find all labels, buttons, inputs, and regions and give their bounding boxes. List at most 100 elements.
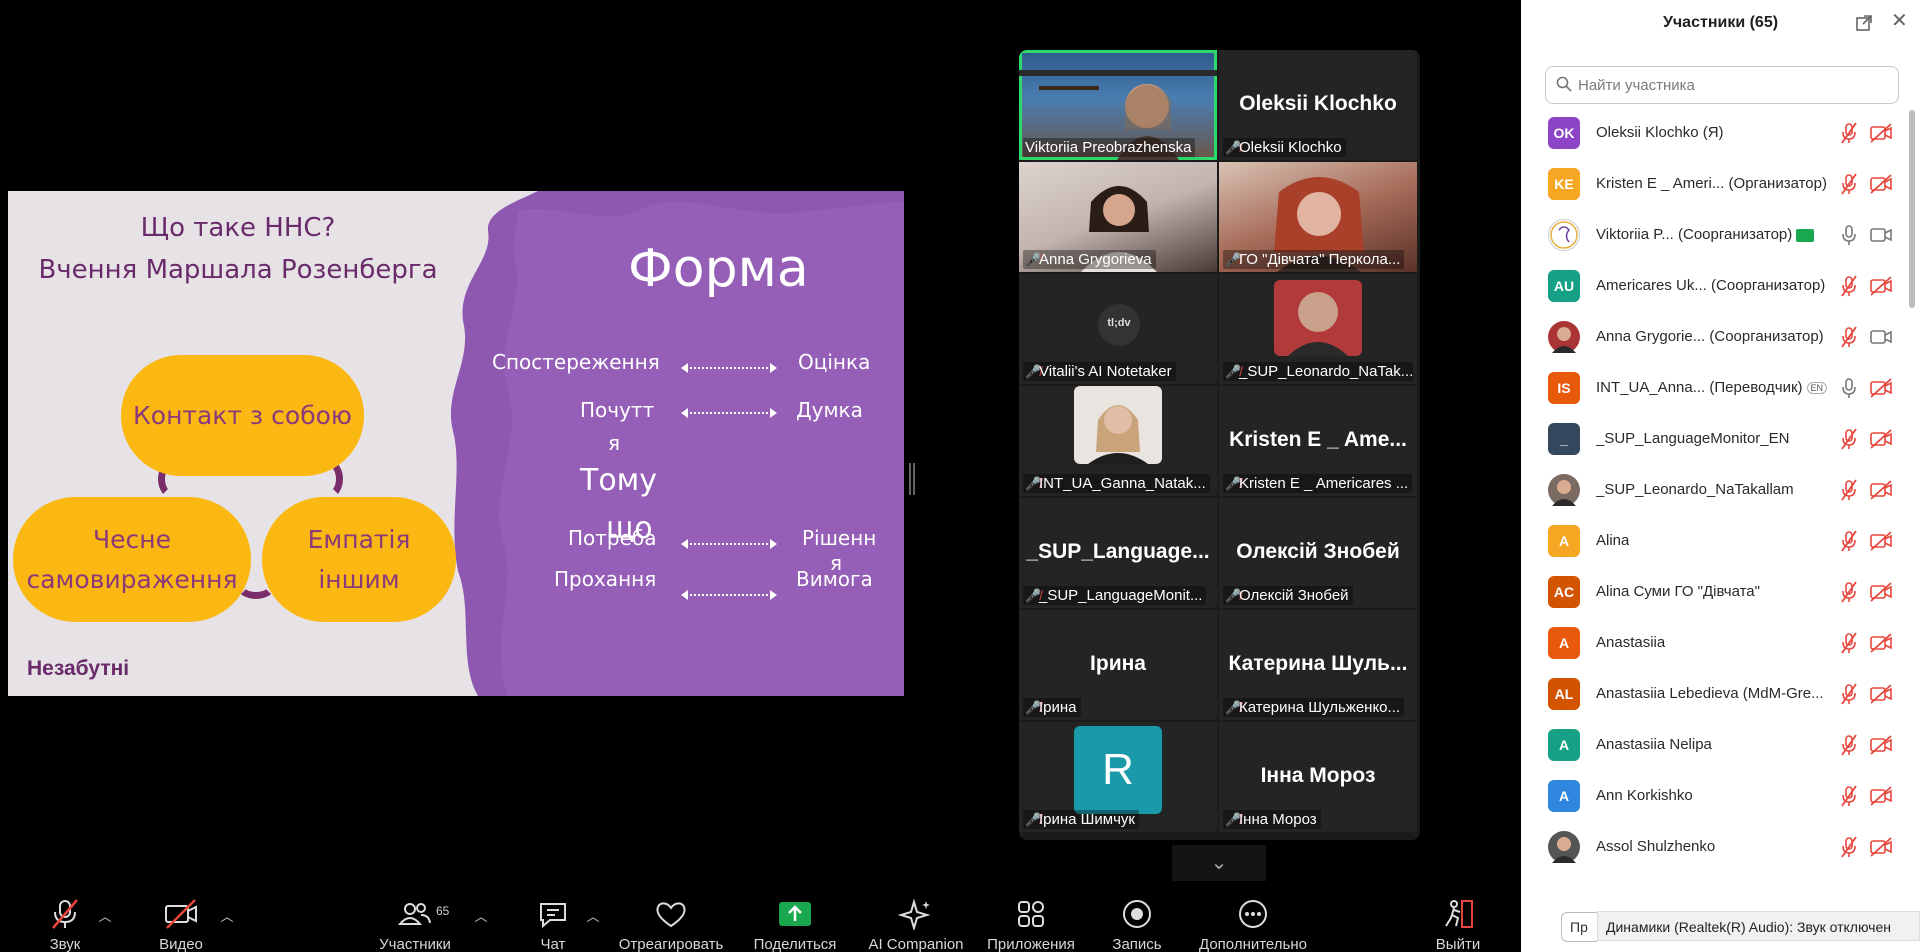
gallery-next-page-chevron-icon[interactable]: ⌄ [1172,845,1266,881]
search-input[interactable] [1578,67,1888,103]
video-tile[interactable]: Олексій Знобей 🎤̸Олексій Знобей [1219,498,1417,608]
participant-row[interactable]: _SUP_Leonardo_NaTakallam [1521,465,1906,516]
mic-muted-icon[interactable] [1839,478,1859,502]
participant-list: OK Oleksii Klochko (Я) KE Kristen E _ Ameri… [1521,108,1906,888]
video-tile[interactable]: 🎤̸_SUP_Leonardo_NaTak... [1219,274,1417,384]
mic-muted-icon[interactable] [1839,835,1859,859]
participant-row[interactable]: AC Alina Суми ГО "Дівчата" [1521,567,1906,618]
mic-muted-icon[interactable] [1839,631,1859,655]
chat-options-caret-icon[interactable]: ︿ [586,906,600,924]
video-tile[interactable]: 🎤̸Anna Grygorieva [1019,162,1217,272]
video-off-icon[interactable] [1869,480,1893,500]
video-tile[interactable]: Інна Мороз 🎤̸Інна Мороз [1219,722,1417,832]
more-label: Дополнительно [1199,936,1307,952]
mic-muted-icon[interactable] [1839,427,1859,451]
participant-row[interactable]: Anna Grygorie... (Соорганизатор) [1521,312,1906,363]
mic-icon[interactable] [1839,376,1859,400]
more-button[interactable]: Дополнительно [1190,886,1316,952]
scrollbar-thumb[interactable] [1909,110,1915,308]
video-off-icon[interactable] [1869,378,1893,398]
arrow-feeling-thought [681,408,777,418]
video-icon[interactable] [1869,225,1893,245]
word-thought: Думка [796,398,863,422]
video-tile[interactable]: tl;dv 🎤̸Vitalii's AI Notetaker [1019,274,1217,384]
video-tile[interactable]: 🎤̸ГО "Дівчата" Перкола... [1219,162,1417,272]
participant-name: Alina Суми ГО "Дівчата" [1596,583,1760,600]
mic-muted-icon[interactable] [1839,580,1859,604]
mic-off-icon [52,899,78,929]
mic-muted-icon[interactable] [1839,121,1859,145]
video-off-icon[interactable] [1869,582,1893,602]
mic-muted-icon[interactable] [1839,325,1859,349]
participants-button[interactable]: Участники [370,886,460,952]
popout-icon[interactable] [1855,14,1873,32]
video-off-icon[interactable] [1869,786,1893,806]
video-off-icon[interactable] [1869,429,1893,449]
mic-muted-icon[interactable] [1839,529,1859,553]
tile-label: 🎤̸INT_UA_Ganna_Natak... [1023,474,1210,493]
video-tile[interactable]: Oleksii Klochko 🎤̸Oleksii Klochko [1219,50,1417,160]
video-icon[interactable] [1869,327,1893,347]
react-button[interactable]: Отреагировать [615,886,727,952]
mic-muted-icon[interactable] [1839,274,1859,298]
participant-row[interactable]: IS INT_UA_Anna... (Переводчик) EN [1521,363,1906,414]
video-button[interactable]: Видео [146,886,216,952]
participant-row[interactable]: A Anastasiia [1521,618,1906,669]
mic-icon[interactable] [1839,223,1859,247]
mic-muted-icon[interactable] [1839,682,1859,706]
participant-row[interactable]: AL Anastasiia Lebedieva (MdM-Gre... [1521,669,1906,720]
video-off-icon[interactable] [1869,123,1893,143]
participant-row[interactable]: A Alina [1521,516,1906,567]
slide-heading: Форма [628,239,809,299]
participant-row[interactable]: Assol Shulzhenko [1521,822,1906,873]
apps-button[interactable]: Приложения [980,886,1082,952]
video-options-caret-icon[interactable]: ︿ [220,906,234,924]
participant-name-text: Anastasiia Lebedieva (MdM-Gre... [1596,685,1824,702]
video-off-icon[interactable] [1869,837,1893,857]
video-tile[interactable]: _SUP_Language... 🎤̸_SUP_LanguageMonit... [1019,498,1217,608]
tile-label: 🎤̸Ірина Шимчук [1023,810,1139,829]
video-off-icon[interactable] [1869,633,1893,653]
video-off-icon[interactable] [1869,684,1893,704]
participant-row[interactable]: A Anastasiia Nelipa [1521,720,1906,771]
participant-avatar: AC [1548,576,1580,608]
split-resize-handle[interactable] [909,463,915,495]
leave-button[interactable]: Выйти [1425,886,1491,952]
participant-row[interactable]: _ _SUP_LanguageMonitor_EN [1521,414,1906,465]
participant-row[interactable]: KE Kristen E _ Ameri... (Организатор) [1521,159,1906,210]
video-off-icon[interactable] [1869,531,1893,551]
video-off-icon[interactable] [1869,735,1893,755]
video-off-icon [165,899,197,929]
participants-options-caret-icon[interactable]: ︿ [474,906,488,924]
participant-name-text: Ann Korkishko [1596,787,1693,804]
ai-companion-button[interactable]: AI Companion [860,886,972,952]
video-tile[interactable]: Kristen E _ Ame... 🎤̸Kristen E _ America… [1219,386,1417,496]
audio-options-caret-icon[interactable]: ︿ [98,906,112,924]
mic-muted-icon: 🎤̸ [1025,252,1042,267]
record-button[interactable]: Запись [1100,886,1174,952]
participant-row[interactable]: A Ann Korkishko [1521,771,1906,822]
arrow-observation-evaluation [681,363,777,373]
video-off-icon[interactable] [1869,276,1893,296]
participant-list-scrollbar[interactable] [1908,108,1916,898]
video-tile[interactable]: 🎤̸INT_UA_Ganna_Natak... [1019,386,1217,496]
video-tile[interactable]: Viktoriia Preobrazhenska [1019,50,1217,160]
chat-button[interactable]: Чат [518,886,588,952]
panel-bottom-button[interactable]: Пр [1561,912,1601,942]
video-tile[interactable]: Катерина Шуль... 🎤̸Катерина Шульженко... [1219,610,1417,720]
mic-muted-icon: 🎤̸ [1225,588,1242,603]
close-icon[interactable]: ✕ [1891,11,1909,31]
participant-row[interactable]: OK Oleksii Klochko (Я) [1521,108,1906,159]
audio-button[interactable]: Звук [30,886,100,952]
participant-row[interactable]: Viktoriia P... (Соорганизатор) [1521,210,1906,261]
slide-subtitle: Вчення Маршала Розенберга [38,255,438,285]
share-button[interactable]: Поделиться [745,886,845,952]
mic-muted-icon[interactable] [1839,784,1859,808]
video-off-icon[interactable] [1869,174,1893,194]
video-tile[interactable]: Ірина 🎤̸Ірина [1019,610,1217,720]
video-tile[interactable]: R 🎤̸Ірина Шимчук [1019,722,1217,832]
participant-avatar: OK [1548,117,1580,149]
participant-row[interactable]: AU Americares Uk... (Соорганизатор) [1521,261,1906,312]
mic-muted-icon[interactable] [1839,172,1859,196]
mic-muted-icon[interactable] [1839,733,1859,757]
